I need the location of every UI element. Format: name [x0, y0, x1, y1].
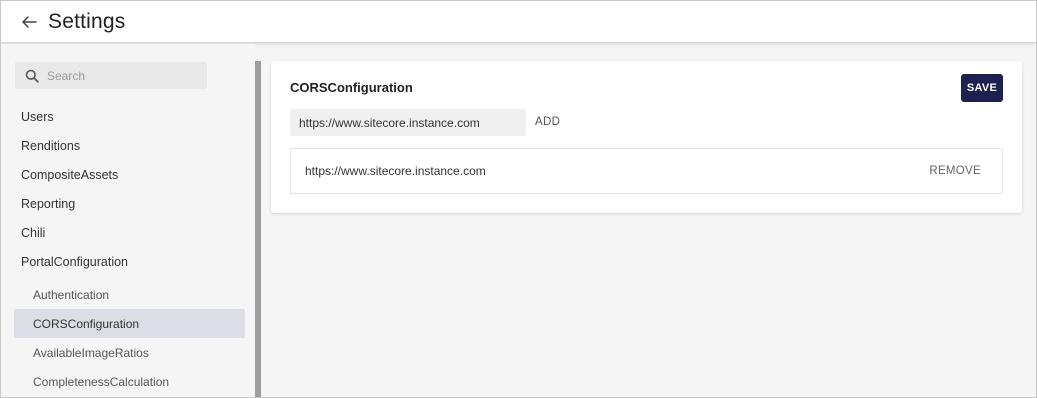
origin-url-input[interactable] — [290, 109, 526, 136]
sidebar: Users Renditions CompositeAssets Reporti… — [1, 44, 255, 397]
cors-config-card: CORSConfiguration SAVE ADD https://www.s… — [271, 61, 1022, 213]
sidebar-item-renditions[interactable]: Renditions — [21, 139, 80, 153]
origin-list-item: https://www.sitecore.instance.com REMOVE — [290, 148, 1003, 194]
sidebar-subitem-availableimageratios[interactable]: AvailableImageRatios — [33, 346, 149, 360]
search-box[interactable] — [15, 62, 207, 89]
sidebar-item-chili[interactable]: Chili — [21, 226, 45, 240]
sidebar-item-users[interactable]: Users — [21, 110, 54, 124]
sidebar-subitem-corsconfiguration[interactable]: CORSConfiguration — [33, 317, 139, 331]
sidebar-item-reporting[interactable]: Reporting — [21, 197, 75, 211]
sidebar-subitem-authentication[interactable]: Authentication — [33, 288, 109, 302]
top-bar: Settings — [1, 1, 1036, 43]
arrow-left-icon — [22, 15, 37, 28]
page-title: Settings — [48, 9, 126, 33]
sidebar-item-portalconfiguration[interactable]: PortalConfiguration — [21, 255, 128, 269]
save-button[interactable]: SAVE — [961, 74, 1003, 102]
sidebar-subitem-completenesscalculation[interactable]: CompletenessCalculation — [33, 375, 169, 389]
remove-button[interactable]: REMOVE — [929, 165, 981, 177]
app-window: Settings Users Renditions CompositeAsset… — [0, 0, 1037, 398]
origin-url: https://www.sitecore.instance.com — [305, 164, 486, 178]
add-button[interactable]: ADD — [535, 116, 560, 128]
search-input[interactable] — [47, 68, 197, 83]
back-button[interactable] — [19, 12, 39, 32]
sidebar-item-compositeassets[interactable]: CompositeAssets — [21, 168, 118, 182]
sidebar-scrollbar[interactable] — [255, 61, 261, 397]
search-icon — [25, 69, 39, 83]
card-title: CORSConfiguration — [290, 80, 413, 95]
